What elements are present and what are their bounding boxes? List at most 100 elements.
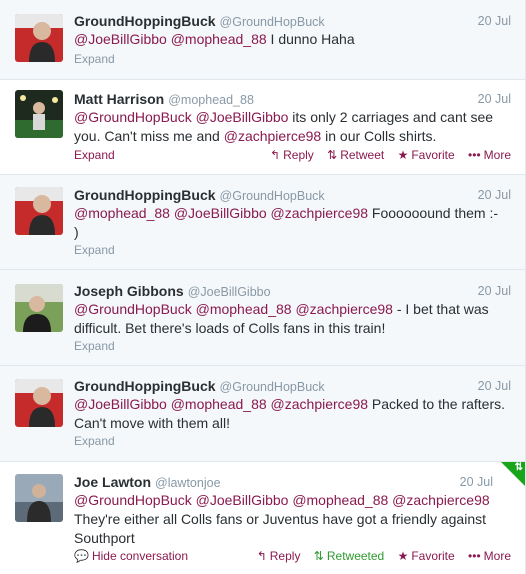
tweet-actions: Expand <box>74 242 511 258</box>
tweet-time[interactable]: 20 Jul <box>478 282 511 300</box>
tweet-text-span: They're either all Colls fans or Juventu… <box>74 511 487 527</box>
expand-link[interactable]: Expand <box>74 242 115 258</box>
ellipsis-icon: ••• <box>468 549 481 563</box>
retweeted-button[interactable]: ⇅ Retweeted <box>314 549 384 563</box>
tweet-text: Southport <box>74 529 514 548</box>
author-handle[interactable]: @GroundHopBuck <box>220 15 325 29</box>
mention-link[interactable]: @zachpierce98 <box>295 301 393 317</box>
tweet-actions: Expand <box>74 433 511 449</box>
tweet-time[interactable]: 20 Jul <box>478 186 511 204</box>
tweet-text: @GroundHopBuck @JoeBillGibbo @mophead_88… <box>74 491 514 510</box>
mention-link[interactable]: @zachpierce98 <box>392 492 490 508</box>
speech-bubble-icon: 💬 <box>74 549 89 563</box>
author-name[interactable]: Joe Lawton <box>74 474 151 490</box>
reply-button[interactable]: ↰ Reply <box>270 148 314 162</box>
avatar[interactable] <box>15 474 63 522</box>
mention-link[interactable]: @GroundHopBuck <box>74 109 192 125</box>
tweet-item[interactable]: Matt Harrison @mophead_88 20 Jul @GroundH… <box>0 80 525 175</box>
tweet-item[interactable]: Joseph Gibbons @JoeBillGibbo 20 Jul @Grou… <box>0 270 525 366</box>
tweet-header: Joseph Gibbons @JoeBillGibbo 20 Jul <box>74 282 511 300</box>
conversation-timeline: GroundHoppingBuck @GroundHopBuck 20 Jul @… <box>0 0 526 574</box>
mention-link[interactable]: @zachpierce98 <box>224 128 322 144</box>
author-name[interactable]: GroundHoppingBuck <box>74 13 216 29</box>
mention-link[interactable]: @GroundHopBuck <box>74 492 192 508</box>
tweet-time[interactable]: 20 Jul <box>478 377 511 395</box>
author-name[interactable]: Matt Harrison <box>74 91 164 107</box>
mention-link[interactable]: @mophead_88 <box>292 492 388 508</box>
tweet-text-span: its only 2 carriages and cant see <box>288 109 494 125</box>
tweet-actions: Expand ↰ Reply ⇅ Retweet ★ Favorite ••• More <box>74 147 511 163</box>
tweet-time[interactable]: 20 Jul <box>460 473 493 491</box>
reply-icon: ↰ <box>256 549 267 563</box>
retweet-icon: ⇅ <box>327 148 338 162</box>
avatar[interactable] <box>15 14 63 62</box>
author-handle[interactable]: @GroundHopBuck <box>220 380 325 394</box>
author-handle[interactable]: @GroundHopBuck <box>220 189 325 203</box>
tweet-item[interactable]: GroundHoppingBuck @GroundHopBuck 20 Jul @… <box>0 175 525 270</box>
author-name[interactable]: GroundHoppingBuck <box>74 378 216 394</box>
expand-link[interactable]: Expand <box>74 338 115 354</box>
mention-link[interactable]: @JoeBillGibbo <box>196 109 289 125</box>
expand-link[interactable]: Expand <box>74 51 115 67</box>
tweet-text-span: Southport <box>74 530 135 546</box>
tweet-item[interactable]: GroundHoppingBuck @GroundHopBuck 20 Jul @… <box>0 366 525 462</box>
tweet-text: @JoeBillGibbo @mophead_88 @zachpierce98 … <box>74 395 514 414</box>
tweet-text: @GroundHopBuck @mophead_88 @zachpierce98… <box>74 300 514 319</box>
tweet-actions: 💬 Hide conversation ↰ Reply ⇅ Retweeted ★ Fa… <box>74 548 511 564</box>
star-icon: ★ <box>397 549 409 563</box>
mention-link[interactable]: @JoeBillGibbo <box>196 492 289 508</box>
star-icon: ★ <box>397 148 409 162</box>
tweet-text: @GroundHopBuck @JoeBillGibbo its only 2 … <box>74 108 514 127</box>
more-button[interactable]: ••• More <box>468 148 511 162</box>
tweet-header: GroundHoppingBuck @GroundHopBuck 20 Jul <box>74 12 511 30</box>
tweet-header: Joe Lawton @lawtonjoe 20 Jul <box>74 473 511 491</box>
expand-link[interactable]: Expand <box>74 433 115 449</box>
author-handle[interactable]: @mophead_88 <box>168 93 254 107</box>
mention-link[interactable]: @mophead_88 <box>171 396 267 412</box>
author-name[interactable]: GroundHoppingBuck <box>74 187 216 203</box>
mention-link[interactable]: @JoeBillGibbo <box>74 396 167 412</box>
favorite-button[interactable]: ★ Favorite <box>398 148 455 162</box>
avatar[interactable] <box>15 379 63 427</box>
tweet-actions: Expand <box>74 51 511 67</box>
reply-icon: ↰ <box>270 148 281 162</box>
tweet-item[interactable]: ⇅ Joe Lawton @lawtonjoe 20 Jul @GroundHop… <box>0 462 525 574</box>
tweet-text-span: ) <box>74 224 79 240</box>
tweet-text-span: difficult. Bet there's loads of Colls fa… <box>74 320 386 336</box>
mention-link[interactable]: @zachpierce98 <box>271 205 369 221</box>
retweet-button[interactable]: ⇅ Retweet <box>327 148 384 162</box>
mention-link[interactable]: @zachpierce98 <box>271 396 369 412</box>
reply-button[interactable]: ↰ Reply <box>257 549 301 563</box>
mention-link[interactable]: @JoeBillGibbo <box>74 31 167 47</box>
tweet-text-span: in our Colls shirts. <box>321 128 437 144</box>
author-handle[interactable]: @JoeBillGibbo <box>188 285 271 299</box>
tweet-text-span: I dunno Haha <box>266 31 355 47</box>
mention-link[interactable]: @mophead_88 <box>74 205 170 221</box>
hide-conversation-link[interactable]: 💬 Hide conversation <box>74 548 188 564</box>
tweet-text-span: - I bet that was <box>392 301 489 317</box>
retweet-icon: ⇅ <box>514 462 523 473</box>
avatar[interactable] <box>15 90 63 138</box>
more-button[interactable]: ••• More <box>468 549 511 563</box>
tweet-text: @mophead_88 @JoeBillGibbo @zachpierce98 … <box>74 204 514 223</box>
retweet-icon: ⇅ <box>313 549 324 563</box>
tweet-text: ) <box>74 223 514 242</box>
favorite-button[interactable]: ★ Favorite <box>398 549 455 563</box>
tweet-text: difficult. Bet there's loads of Colls fa… <box>74 319 514 338</box>
tweet-text-span: you. Can't miss me and <box>74 128 224 144</box>
mention-link[interactable]: @mophead_88 <box>171 31 267 47</box>
mention-link[interactable]: @JoeBillGibbo <box>174 205 267 221</box>
mention-link[interactable]: @GroundHopBuck <box>74 301 192 317</box>
mention-link[interactable]: @mophead_88 <box>196 301 292 317</box>
avatar[interactable] <box>15 284 63 332</box>
tweet-text-span: Foooooound them :- <box>368 205 499 221</box>
tweet-time[interactable]: 20 Jul <box>478 12 511 30</box>
tweet-text: you. Can't miss me and @zachpierce98 in … <box>74 127 514 146</box>
expand-link[interactable]: Expand <box>74 147 115 163</box>
tweet-item[interactable]: GroundHoppingBuck @GroundHopBuck 20 Jul @… <box>0 0 525 80</box>
tweet-time[interactable]: 20 Jul <box>478 90 511 108</box>
avatar[interactable] <box>15 187 63 235</box>
author-handle[interactable]: @lawtonjoe <box>155 476 221 490</box>
tweet-header: Matt Harrison @mophead_88 20 Jul <box>74 90 511 108</box>
author-name[interactable]: Joseph Gibbons <box>74 283 184 299</box>
